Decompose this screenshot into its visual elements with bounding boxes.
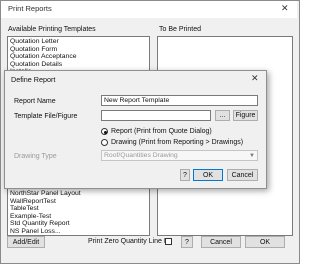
figure-button[interactable]: Figure: [233, 110, 258, 121]
cancel-button[interactable]: Cancel: [201, 236, 241, 248]
template-file-label: Template File/Figure: [14, 113, 78, 120]
report-name-field[interactable]: New Report Template: [101, 95, 258, 106]
report-name-label: Report Name: [14, 98, 56, 105]
template-list-item[interactable]: Quotation Letter: [10, 38, 59, 45]
dialog-help-button[interactable]: ?: [180, 169, 190, 181]
add-edit-button[interactable]: Add/Edit: [7, 236, 45, 248]
dialog-ok-button[interactable]: OK: [193, 169, 223, 181]
window-title: Print Reports: [8, 4, 52, 13]
template-list-item[interactable]: NS Panel Loss...: [10, 228, 61, 235]
template-list-item[interactable]: Std Quantity Report: [10, 220, 70, 227]
template-list-item[interactable]: TableTest: [10, 205, 39, 212]
available-templates-label: Available Printing Templates: [8, 26, 96, 33]
dialog-cancel-button[interactable]: Cancel: [227, 169, 258, 181]
chevron-down-icon: ▼: [249, 153, 255, 159]
browse-button[interactable]: ...: [215, 110, 230, 121]
help-button[interactable]: ?: [181, 236, 193, 248]
drawing-type-value: Roof/Quantities Drawing: [104, 152, 178, 159]
drawing-radio[interactable]: [101, 139, 108, 146]
template-list-item[interactable]: WallReportTest: [10, 198, 56, 205]
report-radio-label: Report (Print from Quote Dialog): [111, 128, 212, 135]
template-list-item[interactable]: Example-Test: [10, 213, 51, 220]
drawing-radio-label: Drawing (Print from Reporting > Drawings…: [111, 139, 244, 146]
template-list-item[interactable]: Quotation Details: [10, 61, 62, 68]
template-list-item[interactable]: Quotation Form: [10, 46, 57, 53]
dialog-title: Define Report: [11, 75, 56, 84]
define-report-dialog: Define Report ✕ Report Name New Report T…: [4, 70, 267, 189]
drawing-type-label: Drawing Type: [14, 153, 57, 160]
template-file-field[interactable]: [101, 110, 211, 121]
print-zero-quantity-label: Print Zero Quantity Line It: [88, 238, 168, 245]
drawing-type-select[interactable]: Roof/Quantities Drawing ▼: [101, 150, 258, 161]
print-zero-quantity-checkbox[interactable]: [165, 238, 172, 245]
dialog-close-icon[interactable]: ✕: [251, 73, 259, 84]
template-list-item[interactable]: NorthStar Panel Layout: [10, 190, 81, 197]
ok-button[interactable]: OK: [245, 236, 285, 248]
template-list-item[interactable]: Quotation Acceptance: [10, 53, 77, 60]
report-radio[interactable]: [101, 128, 108, 135]
to-be-printed-label: To Be Printed: [159, 26, 202, 33]
close-icon[interactable]: ✕: [281, 3, 289, 14]
